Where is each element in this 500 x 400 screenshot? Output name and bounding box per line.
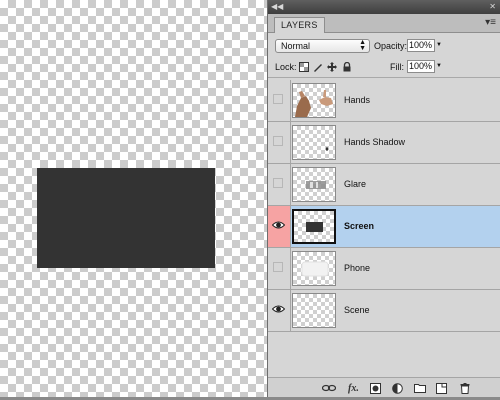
layer-row-phone[interactable]: Phone (268, 248, 500, 290)
visibility-off-box (273, 136, 283, 146)
fill-dropdown-arrow[interactable]: ▼ (435, 60, 443, 73)
fx-icon[interactable]: fx. (348, 383, 359, 395)
document-canvas[interactable] (0, 0, 267, 400)
eye-icon (272, 221, 285, 229)
layer-name: Glare (344, 179, 367, 189)
opacity-label: Opacity: (374, 41, 408, 51)
glare-thumbnail-icon (306, 181, 326, 189)
visibility-toggle[interactable] (268, 164, 291, 205)
tab-layers[interactable]: LAYERS (274, 17, 325, 33)
layer-thumbnail (292, 209, 336, 244)
group-folder-icon[interactable] (414, 383, 426, 395)
lock-image-pixels-icon[interactable] (313, 62, 323, 72)
opacity-dropdown-arrow[interactable]: ▼ (435, 39, 443, 52)
visibility-toggle[interactable] (268, 80, 291, 121)
eye-icon (272, 305, 285, 313)
visibility-toggle[interactable] (268, 248, 291, 289)
layer-thumbnail (292, 125, 336, 160)
chevron-updown-icon: ▲ ▼ (359, 39, 366, 52)
layer-name: Screen (344, 221, 375, 231)
panel-title-strip: ◀◀ ✕ (268, 0, 500, 14)
lock-fill-row: Lock: Fill: 100% ▼ (268, 57, 500, 78)
visibility-off-box (273, 178, 283, 188)
blend-mode-value: Normal (281, 41, 311, 51)
layer-row-hands-shadow[interactable]: Hands Shadow (268, 122, 500, 164)
close-icon[interactable]: ✕ (489, 2, 496, 12)
panel-menu-icon[interactable]: ▾≡ (485, 17, 496, 28)
layer-thumbnail (292, 83, 336, 118)
layers-panel: ◀◀ ✕ LAYERS ▾≡ Normal ▲ ▼ Opacity: 100% ▼… (267, 0, 500, 400)
new-layer-icon[interactable] (436, 383, 447, 395)
layer-name: Hands Shadow (344, 137, 406, 147)
layer-name: Phone (344, 263, 371, 273)
layer-row-scene[interactable]: Scene (268, 290, 500, 332)
shadow-thumbnail-icon (325, 147, 329, 151)
layer-row-hands[interactable]: Hands (268, 80, 500, 122)
layers-list: Hands Hands Shadow Glare Screen Phone Sc… (268, 80, 500, 332)
visibility-toggle[interactable] (268, 290, 291, 331)
lock-transparency-icon[interactable] (299, 62, 309, 72)
blend-mode-select[interactable]: Normal ▲ ▼ (275, 39, 370, 53)
mask-icon[interactable] (370, 383, 381, 395)
screen-thumbnail-icon (306, 222, 323, 232)
adjustment-icon[interactable] (392, 383, 403, 395)
lock-label: Lock: (275, 62, 297, 72)
layer-name: Hands (344, 95, 371, 105)
visibility-off-box (273, 94, 283, 104)
panel-tab-bar: LAYERS ▾≡ (268, 14, 500, 33)
opacity-field[interactable]: 100% (407, 39, 435, 52)
layer-thumbnail (292, 293, 336, 328)
lock-position-icon[interactable] (327, 62, 337, 72)
collapse-icon[interactable]: ◀◀ (271, 2, 283, 12)
visibility-toggle[interactable] (268, 122, 291, 163)
layer-row-glare[interactable]: Glare (268, 164, 500, 206)
fill-field[interactable]: 100% (407, 60, 435, 73)
phone-thumbnail-icon (301, 261, 329, 277)
screen-layer-shape[interactable] (37, 168, 215, 268)
layer-thumbnail (292, 167, 336, 202)
blend-opacity-row: Normal ▲ ▼ Opacity: 100% ▼ (268, 33, 500, 57)
layer-row-screen[interactable]: Screen (268, 206, 500, 248)
visibility-off-box (273, 262, 283, 272)
trash-icon[interactable] (460, 383, 470, 395)
layer-thumbnail (292, 251, 336, 286)
link-icon[interactable] (321, 383, 337, 395)
fill-label: Fill: (390, 62, 404, 72)
layer-name: Scene (344, 305, 370, 315)
lock-all-icon[interactable] (342, 62, 352, 72)
hands-thumbnail-icon (295, 90, 333, 117)
visibility-toggle[interactable] (268, 206, 291, 247)
